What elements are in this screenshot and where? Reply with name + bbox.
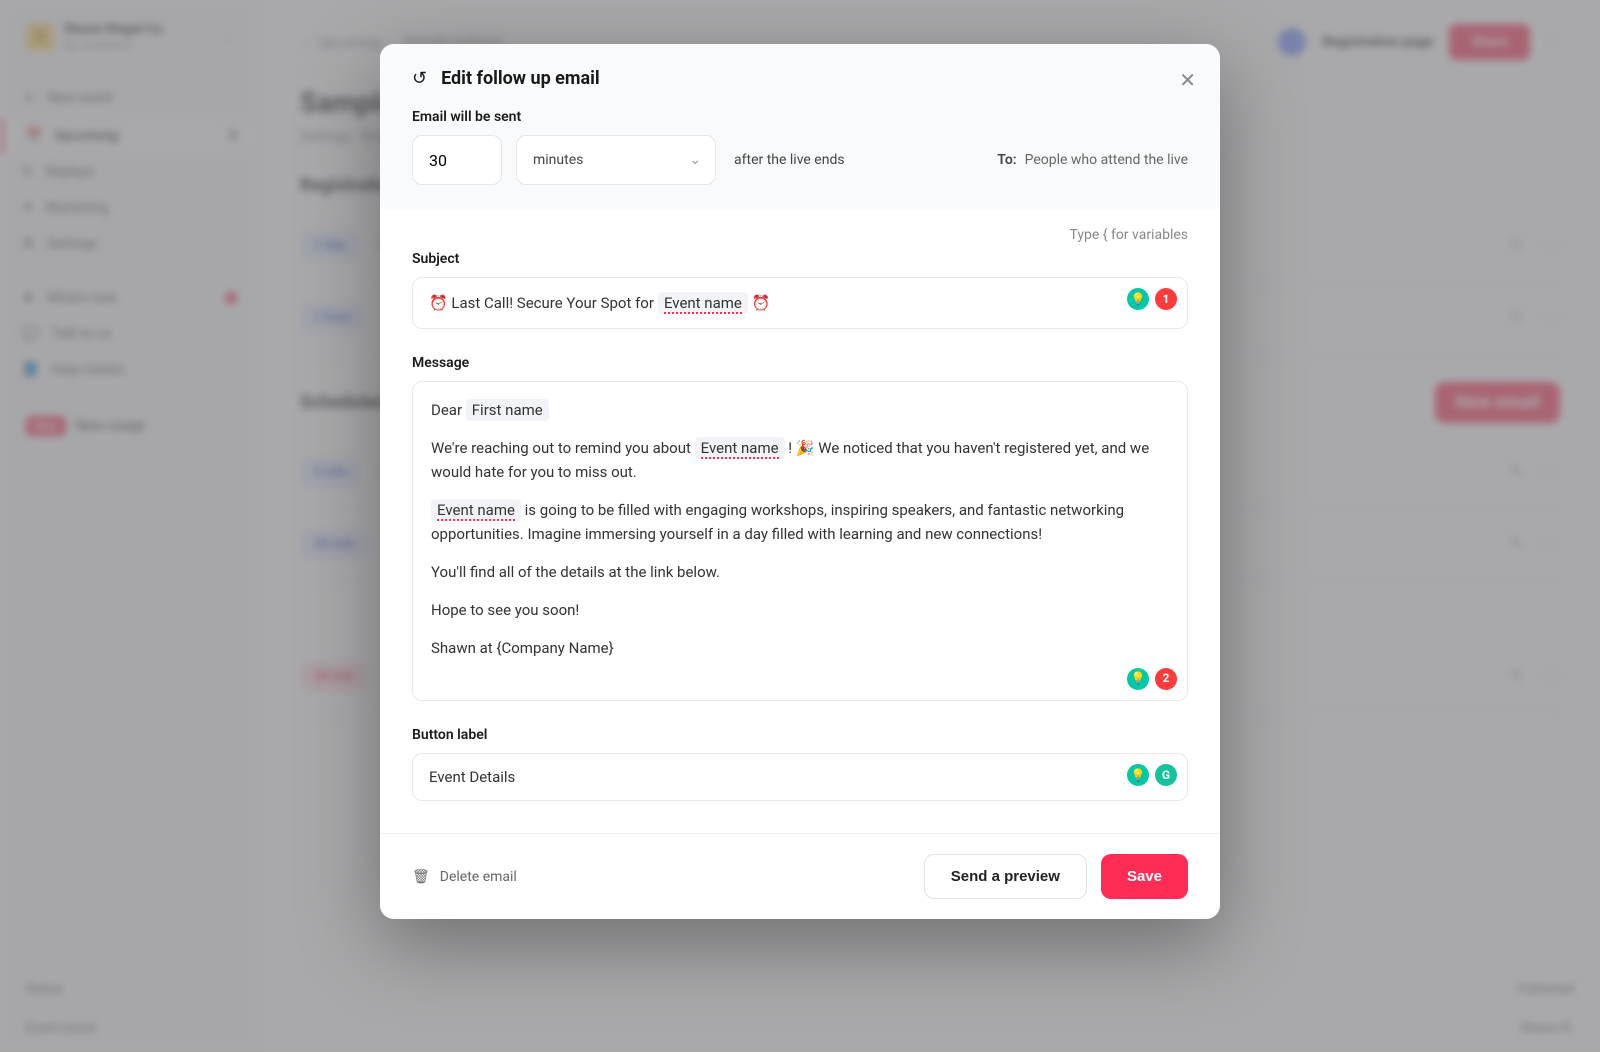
text: We're reaching out to remind you about: [431, 439, 695, 457]
variable-event-name: Event name: [701, 439, 779, 459]
text: is going to be filled with engaging work…: [431, 501, 1124, 543]
subject-text: ⏰ Last Call! Secure Your Spot for: [429, 294, 654, 312]
subject-text: ⏰: [752, 294, 771, 312]
grammarly-icon[interactable]: G: [1155, 764, 1177, 786]
send-preview-button[interactable]: Send a preview: [924, 854, 1087, 899]
button-label-value: Event Details: [429, 768, 515, 786]
grammarly-count[interactable]: 1: [1155, 288, 1177, 310]
chevron-down-icon: ⌄: [689, 152, 701, 168]
grammarly-count[interactable]: 2: [1155, 668, 1177, 690]
trash-icon: 🗑: [412, 869, 430, 885]
grammarly-bulb-icon[interactable]: 💡: [1127, 764, 1149, 786]
variables-hint: Type { for variables: [412, 227, 1188, 243]
delay-input[interactable]: [412, 135, 502, 185]
subject-label: Subject: [412, 251, 1188, 267]
timing-label: Email will be sent: [412, 109, 1188, 125]
recipients: To:People who attend the live: [997, 152, 1188, 168]
subject-input[interactable]: ⏰ Last Call! Secure Your Spot for Event …: [412, 277, 1188, 329]
delete-label: Delete email: [440, 869, 517, 885]
message-editor[interactable]: Dear First name We're reaching out to re…: [412, 381, 1188, 701]
undo-icon[interactable]: ↺: [412, 68, 427, 89]
after-text: after the live ends: [734, 152, 845, 168]
unit-value: minutes: [533, 152, 583, 168]
edit-email-modal: ✕ ↺ Edit follow up email Email will be s…: [380, 44, 1220, 919]
text: Hope to see you soon!: [431, 598, 1169, 622]
button-label-input[interactable]: Event Details 💡 G: [412, 753, 1188, 801]
signature: Shawn at {Company Name}: [431, 636, 1169, 660]
grammarly-bulb-icon[interactable]: 💡: [1127, 668, 1149, 690]
text: Dear: [431, 401, 466, 419]
grammarly-bulb-icon[interactable]: 💡: [1127, 288, 1149, 310]
variable-event-name: Event name: [437, 501, 515, 521]
button-label-label: Button label: [412, 727, 1188, 743]
close-icon[interactable]: ✕: [1173, 62, 1202, 98]
variable-event-name: Event name: [664, 294, 742, 314]
unit-select[interactable]: minutes ⌄: [516, 135, 716, 185]
message-label: Message: [412, 355, 1188, 371]
text: You'll find all of the details at the li…: [431, 560, 1169, 584]
save-button[interactable]: Save: [1101, 854, 1188, 899]
variable-first-name: First name: [466, 399, 549, 421]
delete-email-button[interactable]: 🗑 Delete email: [412, 869, 517, 885]
modal-title: Edit follow up email: [441, 68, 600, 89]
